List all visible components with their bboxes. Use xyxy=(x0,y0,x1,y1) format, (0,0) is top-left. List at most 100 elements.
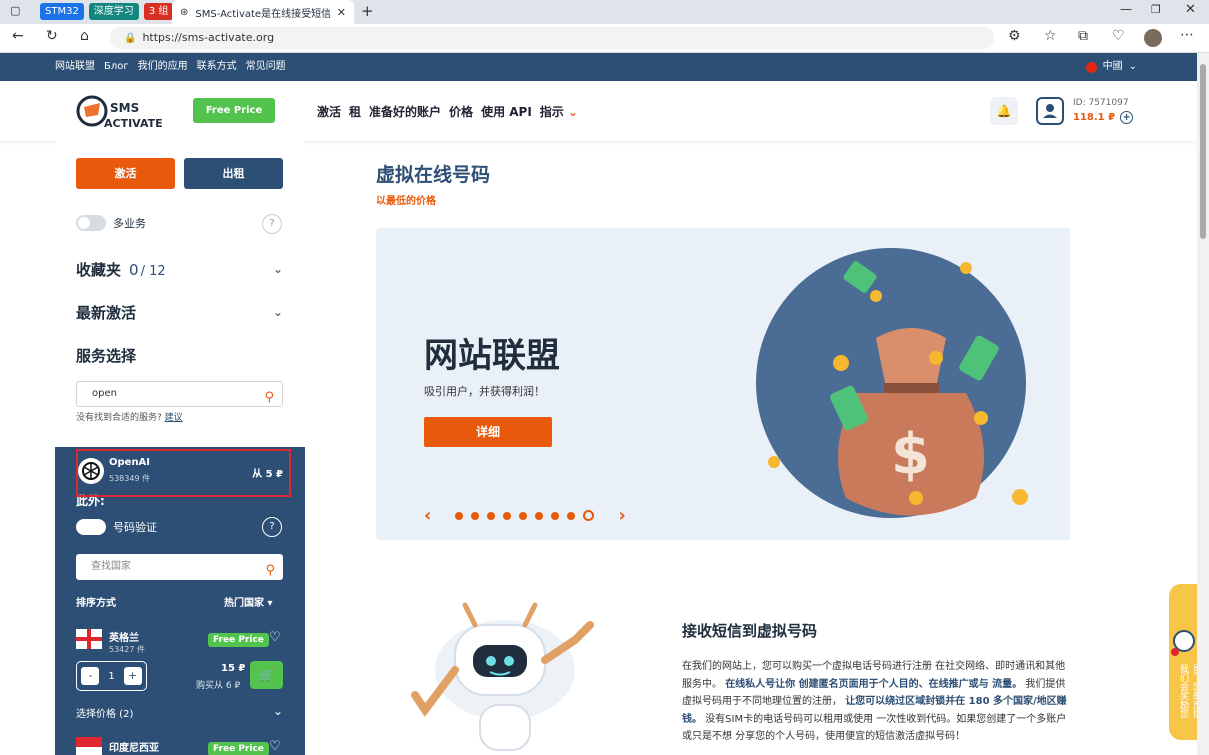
favorite-heart-icon[interactable]: ♡ xyxy=(269,630,281,645)
language-selector[interactable]: 中國 ⌄ xyxy=(1085,53,1137,81)
collections-icon[interactable]: ⧉ xyxy=(1078,28,1088,44)
profile-avatar[interactable] xyxy=(1144,29,1162,47)
country-search-placeholder: 查找国家 xyxy=(91,561,131,572)
address-bar-row: ← ↻ ⌂ 🔒 https://sms-activate.org ⚙ ☆ ⧉ ♡ … xyxy=(0,24,1209,53)
sort-dropdown[interactable]: 热门国家 ▾ xyxy=(224,594,273,609)
carousel-next-icon[interactable]: › xyxy=(618,505,625,526)
carousel-dot[interactable] xyxy=(487,511,496,520)
carousel-dot[interactable] xyxy=(519,511,528,520)
user-id: ID: 7571097 xyxy=(1073,98,1129,108)
banner-details-button[interactable]: 详细 xyxy=(424,417,552,447)
active-tab[interactable]: ⊛ SMS-Activate是在线接受短信的服 ✕ xyxy=(172,0,354,24)
topbar-link-affiliate[interactable]: 网站联盟 xyxy=(55,53,95,81)
favorite-heart-icon[interactable]: ♡ xyxy=(269,739,281,754)
nav-prices[interactable]: 价格 xyxy=(449,103,473,120)
favorites-header[interactable]: 收藏夹 0/ 12 xyxy=(76,259,166,280)
refresh-icon[interactable]: ↻ xyxy=(46,28,58,44)
free-price-button[interactable]: Free Price xyxy=(193,98,275,123)
topbar-link-blog[interactable]: Блог xyxy=(104,53,129,81)
close-tab-icon[interactable]: ✕ xyxy=(337,6,346,19)
site-favicon-icon: ⊛ xyxy=(180,6,189,18)
tab-groups: STM32 深度学习 3 组 xyxy=(40,3,174,20)
nav-api[interactable]: 使用 API xyxy=(481,103,532,120)
scrollbar-thumb[interactable] xyxy=(1200,64,1206,239)
search-icon[interactable]: ⚲ xyxy=(264,386,274,410)
minimize-icon[interactable]: — xyxy=(1120,2,1132,16)
top-up-plus-icon[interactable]: + xyxy=(1120,111,1134,124)
new-tab-icon[interactable]: + xyxy=(361,2,374,20)
feedback-widget[interactable]: 留下您的反馈，我们会奖励您 xyxy=(1169,584,1201,740)
tab-title: SMS-Activate是在线接受短信的服 xyxy=(195,8,330,20)
tab-group-stm32[interactable]: STM32 xyxy=(40,3,84,20)
activate-button[interactable]: 激活 xyxy=(76,158,175,189)
free-price-badge[interactable]: Free Price xyxy=(208,742,269,755)
floating-coin-icon xyxy=(960,262,972,274)
nav-activate[interactable]: 激活 xyxy=(317,103,341,120)
notification-bell-icon[interactable]: 🔔 xyxy=(990,97,1018,125)
country-search-input[interactable]: 查找国家 ⚲ xyxy=(76,554,283,580)
carousel-dot[interactable] xyxy=(503,511,512,520)
carousel-dot[interactable] xyxy=(551,511,560,520)
topbar-link-contacts[interactable]: 联系方式 xyxy=(197,53,237,81)
recent-activations[interactable]: 最新激活 xyxy=(76,302,136,323)
search-icon[interactable]: ⚲ xyxy=(265,558,275,584)
floating-coin-icon xyxy=(768,456,780,468)
topbar-link-faq[interactable]: 常见问题 xyxy=(246,53,286,81)
user-profile-icon[interactable] xyxy=(1036,97,1064,125)
nav-guide[interactable]: 指示 ⌄ xyxy=(540,103,578,120)
help-icon[interactable]: ? xyxy=(262,214,282,234)
carousel-dot[interactable] xyxy=(471,511,480,520)
country-name: 印度尼西亚 xyxy=(109,743,159,754)
tab-actions-icon[interactable]: ▢ xyxy=(10,4,20,17)
money-bag-illustration: $ xyxy=(830,328,999,516)
floating-bill-icon xyxy=(843,261,882,302)
sms-activate-logo[interactable]: SMS ACTIVATE xyxy=(74,89,178,133)
rent-button[interactable]: 出租 xyxy=(184,158,283,189)
cart-icon[interactable]: 🛒 xyxy=(250,661,283,689)
indonesia-flag-icon xyxy=(76,737,102,755)
browser-tab-bar: ▢ STM32 深度学习 3 组 ⊛ SMS-Activate是在线接受短信的服… xyxy=(0,0,1209,24)
url-field[interactable]: 🔒 https://sms-activate.org xyxy=(110,27,994,49)
chevron-down-icon: ⌄ xyxy=(568,105,579,119)
favorites-icon[interactable]: ☆ xyxy=(1044,28,1057,44)
extensions-icon[interactable]: ⚙ xyxy=(1008,28,1021,44)
nav-accounts[interactable]: 准备好的账户 xyxy=(369,103,441,120)
carousel-prev-icon[interactable]: ‹ xyxy=(424,505,431,526)
more-menu-icon[interactable]: ⋯ xyxy=(1180,27,1194,43)
service-search-input[interactable]: open ⚲ xyxy=(76,381,283,407)
chevron-down-icon[interactable]: ⌄ xyxy=(273,704,283,718)
back-icon[interactable]: ← xyxy=(12,28,24,44)
window-close-icon[interactable]: ✕ xyxy=(1185,2,1196,17)
svg-text:$: $ xyxy=(891,422,930,487)
restore-icon[interactable]: ❐ xyxy=(1151,3,1161,16)
home-icon[interactable]: ⌂ xyxy=(80,28,89,44)
favorites-count: 0 xyxy=(129,261,139,279)
site-header: SMS ACTIVATE Free Price 激活 租 准备好的账户 价格 使… xyxy=(0,81,1197,141)
performance-icon[interactable]: ♡ xyxy=(1112,28,1125,44)
svg-text:SMS: SMS xyxy=(110,101,139,115)
carousel-dot[interactable] xyxy=(455,511,464,520)
carousel-dot[interactable] xyxy=(567,511,576,520)
tab-group-3[interactable]: 3 组 xyxy=(143,3,174,20)
number-verify-toggle[interactable] xyxy=(76,519,106,535)
topbar-link-apps[interactable]: 我们的应用 xyxy=(138,53,188,81)
nav-rent[interactable]: 租 xyxy=(349,103,361,120)
chevron-down-icon[interactable]: ⌄ xyxy=(273,305,283,319)
favorites-total: / 12 xyxy=(140,264,166,279)
suggest-link[interactable]: 建议 xyxy=(165,413,183,423)
carousel-dot[interactable] xyxy=(535,511,544,520)
multi-service-toggle[interactable] xyxy=(76,215,106,231)
decrease-button[interactable]: - xyxy=(81,667,100,685)
section-text: 在我们的网站上，您可以购买一个虚拟电话号码进行注册 在社交网络、即时通讯和其他服… xyxy=(682,661,1067,742)
carousel-dot-active[interactable] xyxy=(583,510,595,521)
china-flag-icon xyxy=(1085,61,1097,73)
increase-button[interactable]: + xyxy=(123,667,142,685)
quantity-value[interactable]: 1 xyxy=(108,671,114,682)
chevron-down-icon[interactable]: ⌄ xyxy=(273,262,283,276)
free-price-badge[interactable]: Free Price xyxy=(208,633,269,647)
tab-group-deep-learning[interactable]: 深度学习 xyxy=(88,3,139,20)
select-price-toggle[interactable]: 选择价格 (2) xyxy=(76,705,133,720)
multi-service-toggle-row: 多业务 xyxy=(76,215,146,231)
highlight-box xyxy=(76,449,291,497)
help-icon[interactable]: ? xyxy=(262,517,282,537)
